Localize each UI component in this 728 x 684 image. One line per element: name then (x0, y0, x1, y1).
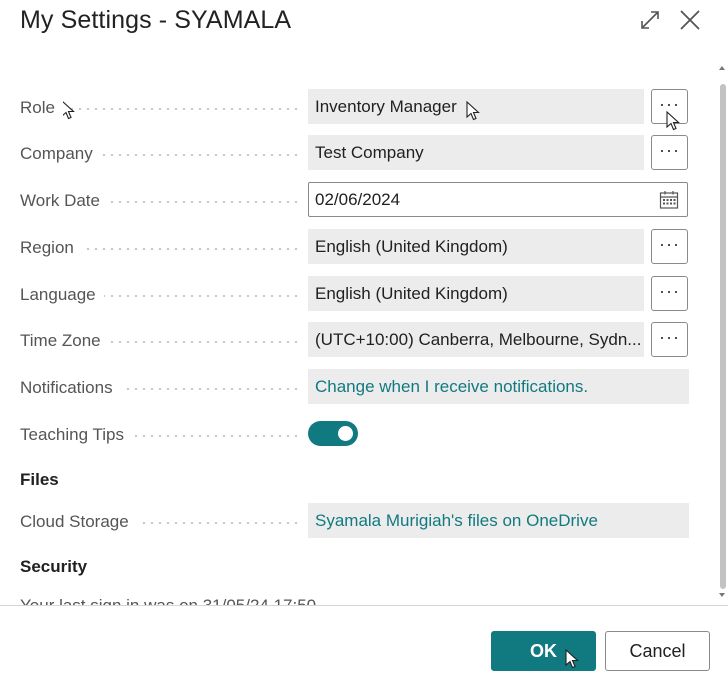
teaching-tips-label: Teaching Tips (20, 425, 302, 445)
notifications-link[interactable]: Change when I receive notifications. (308, 369, 689, 404)
ok-button[interactable]: OK (491, 631, 596, 671)
files-heading: Files (20, 470, 59, 489)
role-label: Role (20, 98, 302, 118)
company-label: Company (20, 144, 302, 164)
close-icon[interactable] (678, 8, 702, 32)
region-lookup-button[interactable]: ··· (651, 229, 688, 264)
company-field[interactable]: Test Company (308, 135, 644, 170)
language-lookup-button[interactable]: ··· (651, 276, 688, 311)
security-heading: Security (20, 557, 88, 576)
cancel-button[interactable]: Cancel (605, 631, 710, 671)
work-date-input[interactable] (315, 190, 615, 210)
settings-form: Role Inventory Manager ··· Company Test … (0, 70, 718, 605)
dialog-title: My Settings - SYAMALA (20, 6, 292, 34)
cloud-storage-link[interactable]: Syamala Murigiah's files on OneDrive (308, 503, 689, 538)
role-field[interactable]: Inventory Manager (308, 89, 644, 124)
scroll-up-arrow-icon[interactable] (719, 66, 725, 70)
time-zone-lookup-button[interactable]: ··· (651, 322, 688, 357)
time-zone-field[interactable]: (UTC+10:00) Canberra, Melbourne, Sydn... (308, 322, 644, 357)
work-date-field[interactable] (308, 182, 688, 217)
role-lookup-button[interactable]: ··· (651, 89, 688, 124)
language-label: Language (20, 285, 302, 305)
notifications-label: Notifications (20, 378, 302, 398)
scroll-thumb[interactable] (720, 84, 726, 589)
calendar-icon[interactable] (659, 190, 679, 210)
teaching-tips-toggle[interactable] (308, 421, 358, 446)
scroll-down-arrow-icon[interactable] (719, 593, 725, 597)
toggle-knob (338, 426, 353, 441)
company-lookup-button[interactable]: ··· (651, 135, 688, 170)
time-zone-label: Time Zone (20, 331, 302, 351)
footer-divider (0, 605, 728, 606)
cloud-storage-label: Cloud Storage (20, 512, 302, 532)
region-field[interactable]: English (United Kingdom) (308, 229, 644, 264)
expand-icon[interactable] (638, 8, 662, 32)
language-field[interactable]: English (United Kingdom) (308, 276, 644, 311)
region-label: Region (20, 238, 302, 258)
vertical-scrollbar[interactable] (718, 66, 728, 606)
last-sign-in-text: Your last sign in was on 31/05/24 17:50 (20, 596, 316, 605)
work-date-label: Work Date (20, 191, 302, 211)
